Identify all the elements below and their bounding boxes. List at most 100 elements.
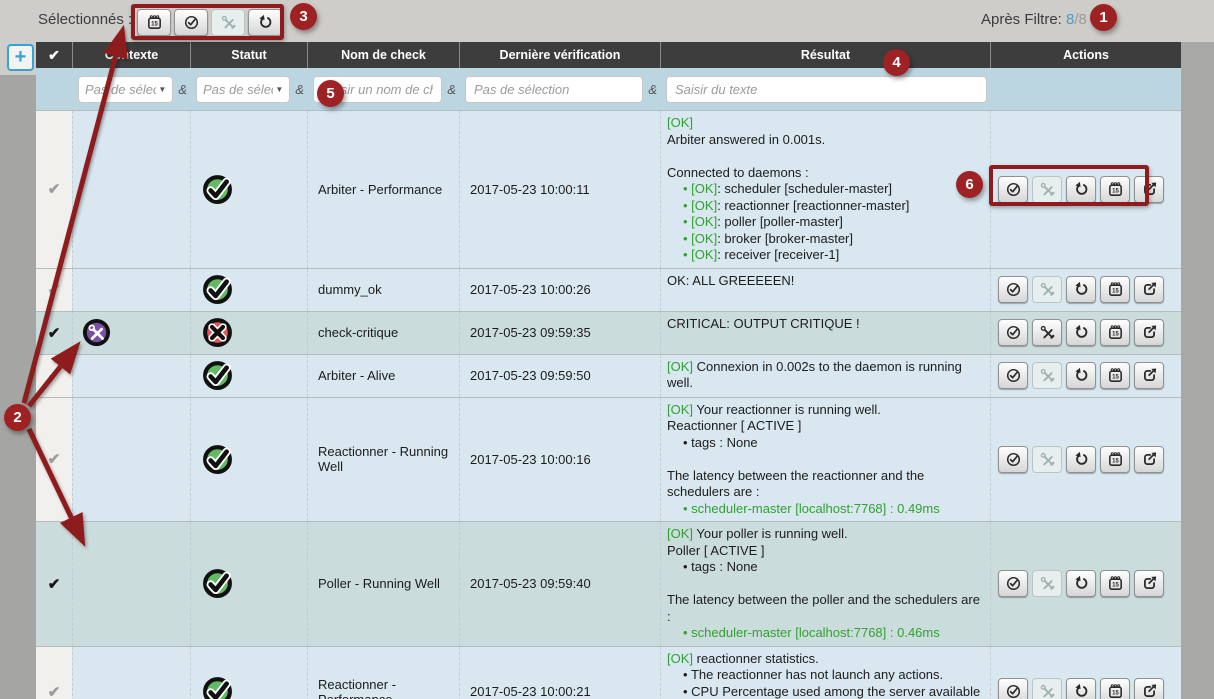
selected-label-text: Sélectionnés : [38,11,132,28]
check-icon: ✔ [48,367,61,385]
export-button[interactable] [1134,570,1164,597]
statut-filter-select[interactable]: Pas de sélection ▼ [196,76,290,103]
recheck-button[interactable] [1066,319,1096,346]
fix-button[interactable] [1032,570,1062,597]
bulk-recheck-button[interactable] [248,9,282,36]
ok-status-icon [201,675,234,699]
recheck-button[interactable] [1066,678,1096,699]
check-name: Reactionner - Running Well [307,398,459,522]
acknowledge-button[interactable] [998,362,1028,389]
svg-text:15: 15 [1112,583,1119,589]
export-icon [1141,683,1158,699]
fix-button[interactable] [1032,678,1062,699]
export-button[interactable] [1134,362,1164,389]
recheck-button[interactable] [1066,446,1096,473]
check-result: OK: ALL GREEEEEN! [660,269,990,311]
export-button[interactable] [1134,319,1164,346]
svg-text:15: 15 [151,22,158,28]
row-select-checkbox[interactable]: ✔ [36,398,72,522]
fix-button[interactable] [1032,362,1062,389]
contexte-filter-select[interactable]: Pas de sélection ▼ [78,76,173,103]
recheck-button[interactable] [1066,362,1096,389]
checks-table: ✔ Contexte Statut Nom de check Dernière … [36,42,1181,699]
filter-actions-empty-cell [990,68,1181,110]
bulk-acknowledge-button[interactable] [174,9,208,36]
check-name: Poller - Running Well [307,522,459,646]
row-select-checkbox[interactable]: ✔ [36,312,72,354]
acknowledge-button[interactable] [998,319,1028,346]
ok-status-icon [201,359,234,392]
bulk-downtime-button[interactable]: 15 [137,9,171,36]
export-button[interactable] [1134,176,1164,203]
downtime-button[interactable]: 15 [1100,276,1130,303]
downtime-button[interactable]: 15 [1100,319,1130,346]
downtime-button[interactable]: 15 [1100,362,1130,389]
acknowledge-button[interactable] [998,276,1028,303]
acknowledge-button[interactable] [998,176,1028,203]
check-circle-icon [1005,367,1022,384]
row-status-cell [190,312,307,354]
ok-status-icon [201,173,234,206]
row-context-cell [72,522,190,646]
header-contexte[interactable]: Contexte [72,42,190,68]
row-status-cell [190,522,307,646]
row-context-cell [72,111,190,268]
acknowledge-button[interactable] [998,570,1028,597]
calendar-15-icon: 15 [1107,281,1124,298]
check-circle-icon [1005,575,1022,592]
row-select-checkbox[interactable]: ✔ [36,355,72,397]
check-circle-icon [1005,451,1022,468]
header-derniere-verification[interactable]: Dernière vérification [459,42,660,68]
result-line: • scheduler-master [localhost:7768] : 0.… [667,625,984,642]
row-select-checkbox[interactable]: ✔ [36,522,72,646]
fix-button[interactable] [1032,319,1062,346]
check-icon: ✔ [48,324,61,342]
export-button[interactable] [1134,678,1164,699]
selected-count-label: Sélectionnés : 2 [38,11,145,28]
recheck-button[interactable] [1066,176,1096,203]
row-actions: 15 [990,647,1181,699]
check-circle-icon [1005,324,1022,341]
header-statut[interactable]: Statut [190,42,307,68]
tools-icon [1039,575,1056,592]
bulk-actions-toolbar: 15 [137,9,282,36]
row-context-cell [72,398,190,522]
downtime-button[interactable]: 15 [1100,176,1130,203]
filter-row: Pas de sélection ▼ & Pas de sélection ▼ … [36,68,1181,110]
downtime-button[interactable]: 15 [1100,446,1130,473]
fix-button[interactable] [1032,446,1062,473]
acknowledge-button[interactable] [998,678,1028,699]
recheck-button[interactable] [1066,276,1096,303]
header-select-all[interactable]: ✔ [36,42,72,68]
add-panel-button[interactable]: + [7,44,34,71]
export-button[interactable] [1134,276,1164,303]
tools-icon [1039,324,1056,341]
check-result: [OK] Your reactionner is running well.Re… [660,398,990,522]
tools-icon [1039,683,1056,699]
fix-button[interactable] [1032,176,1062,203]
downtime-button[interactable]: 15 [1100,678,1130,699]
fix-button[interactable] [1032,276,1062,303]
export-button[interactable] [1134,446,1164,473]
bulk-fix-button[interactable] [211,9,245,36]
svg-text:15: 15 [1112,289,1119,295]
header-nom-de-check[interactable]: Nom de check [307,42,459,68]
header-resultat[interactable]: Résultat [660,42,990,68]
last-check-filter-input[interactable] [465,76,643,103]
filter-and-separator: & [178,82,187,97]
row-select-checkbox[interactable]: ✔ [36,269,72,311]
recheck-button[interactable] [1066,570,1096,597]
contexte-filter-placeholder: Pas de sélection [85,82,156,97]
acknowledge-button[interactable] [998,446,1028,473]
result-line: • The reactionner has not launch any act… [667,667,984,684]
check-name: dummy_ok [307,269,459,311]
tools-icon [1039,181,1056,198]
last-check-time: 2017-05-23 09:59:35 [459,312,660,354]
monitoring-checks-page: Sélectionnés : 2 15 [0,0,1214,699]
row-select-checkbox[interactable]: ✔ [36,111,72,268]
downtime-button[interactable]: 15 [1100,570,1130,597]
filter-and-separator: & [447,82,456,97]
result-filter-input[interactable] [666,76,987,103]
header-actions: Actions [990,42,1181,68]
row-select-checkbox[interactable]: ✔ [36,647,72,699]
